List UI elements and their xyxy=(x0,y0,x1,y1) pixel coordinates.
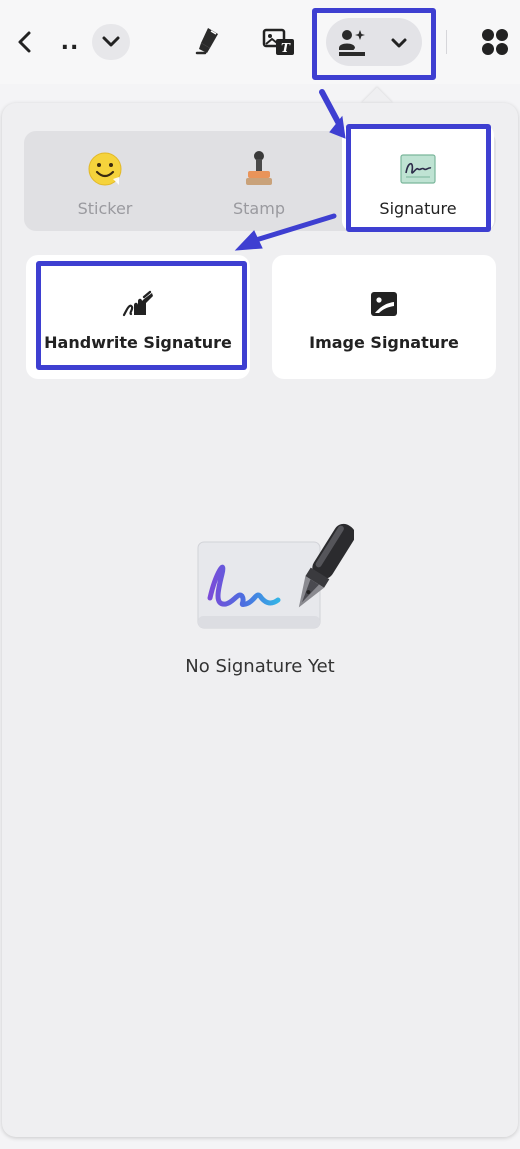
apps-button[interactable] xyxy=(478,24,512,60)
handwrite-option-highlight xyxy=(36,261,247,370)
option-label: Image Signature xyxy=(309,333,459,352)
image-text-icon: T xyxy=(262,28,294,55)
tab-sticker[interactable]: Sticker xyxy=(28,131,182,231)
tab-stamp[interactable]: Stamp xyxy=(182,131,336,231)
signature-tool-highlight xyxy=(312,8,436,80)
toolbar-divider xyxy=(446,30,447,54)
empty-state-text: No Signature Yet xyxy=(185,656,335,677)
tab-label: Sticker xyxy=(77,199,133,218)
highlighter-button[interactable] xyxy=(190,22,226,58)
chevron-left-icon xyxy=(18,31,31,53)
back-button[interactable] xyxy=(10,26,40,58)
svg-text:T: T xyxy=(281,41,291,55)
signature-pen-illustration xyxy=(197,523,354,629)
highlighter-icon xyxy=(195,28,218,55)
toolbar-dropdown-button[interactable] xyxy=(92,24,130,60)
smiley-sticker-icon xyxy=(88,152,122,186)
signature-tab-highlight xyxy=(346,124,491,232)
tab-label: Stamp xyxy=(233,199,285,218)
image-signature-option[interactable]: Image Signature xyxy=(272,255,496,379)
top-toolbar: .. T xyxy=(0,0,520,84)
stamp-icon xyxy=(246,151,272,185)
image-icon xyxy=(371,292,397,316)
more-indicator[interactable]: .. xyxy=(58,30,82,56)
image-text-button[interactable]: T xyxy=(260,24,298,60)
apps-grid-icon xyxy=(482,29,508,55)
chevron-down-icon xyxy=(102,36,120,47)
